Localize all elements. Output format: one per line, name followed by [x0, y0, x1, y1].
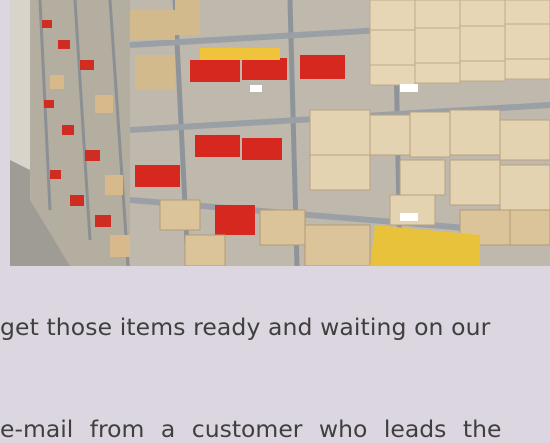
article-text-line: get those items ready and waiting on our	[0, 313, 491, 341]
article-text-line: e-mail from a customer who leads the	[0, 415, 502, 443]
warehouse-shelving-photo	[10, 0, 550, 266]
warehouse-illustration	[10, 0, 550, 266]
